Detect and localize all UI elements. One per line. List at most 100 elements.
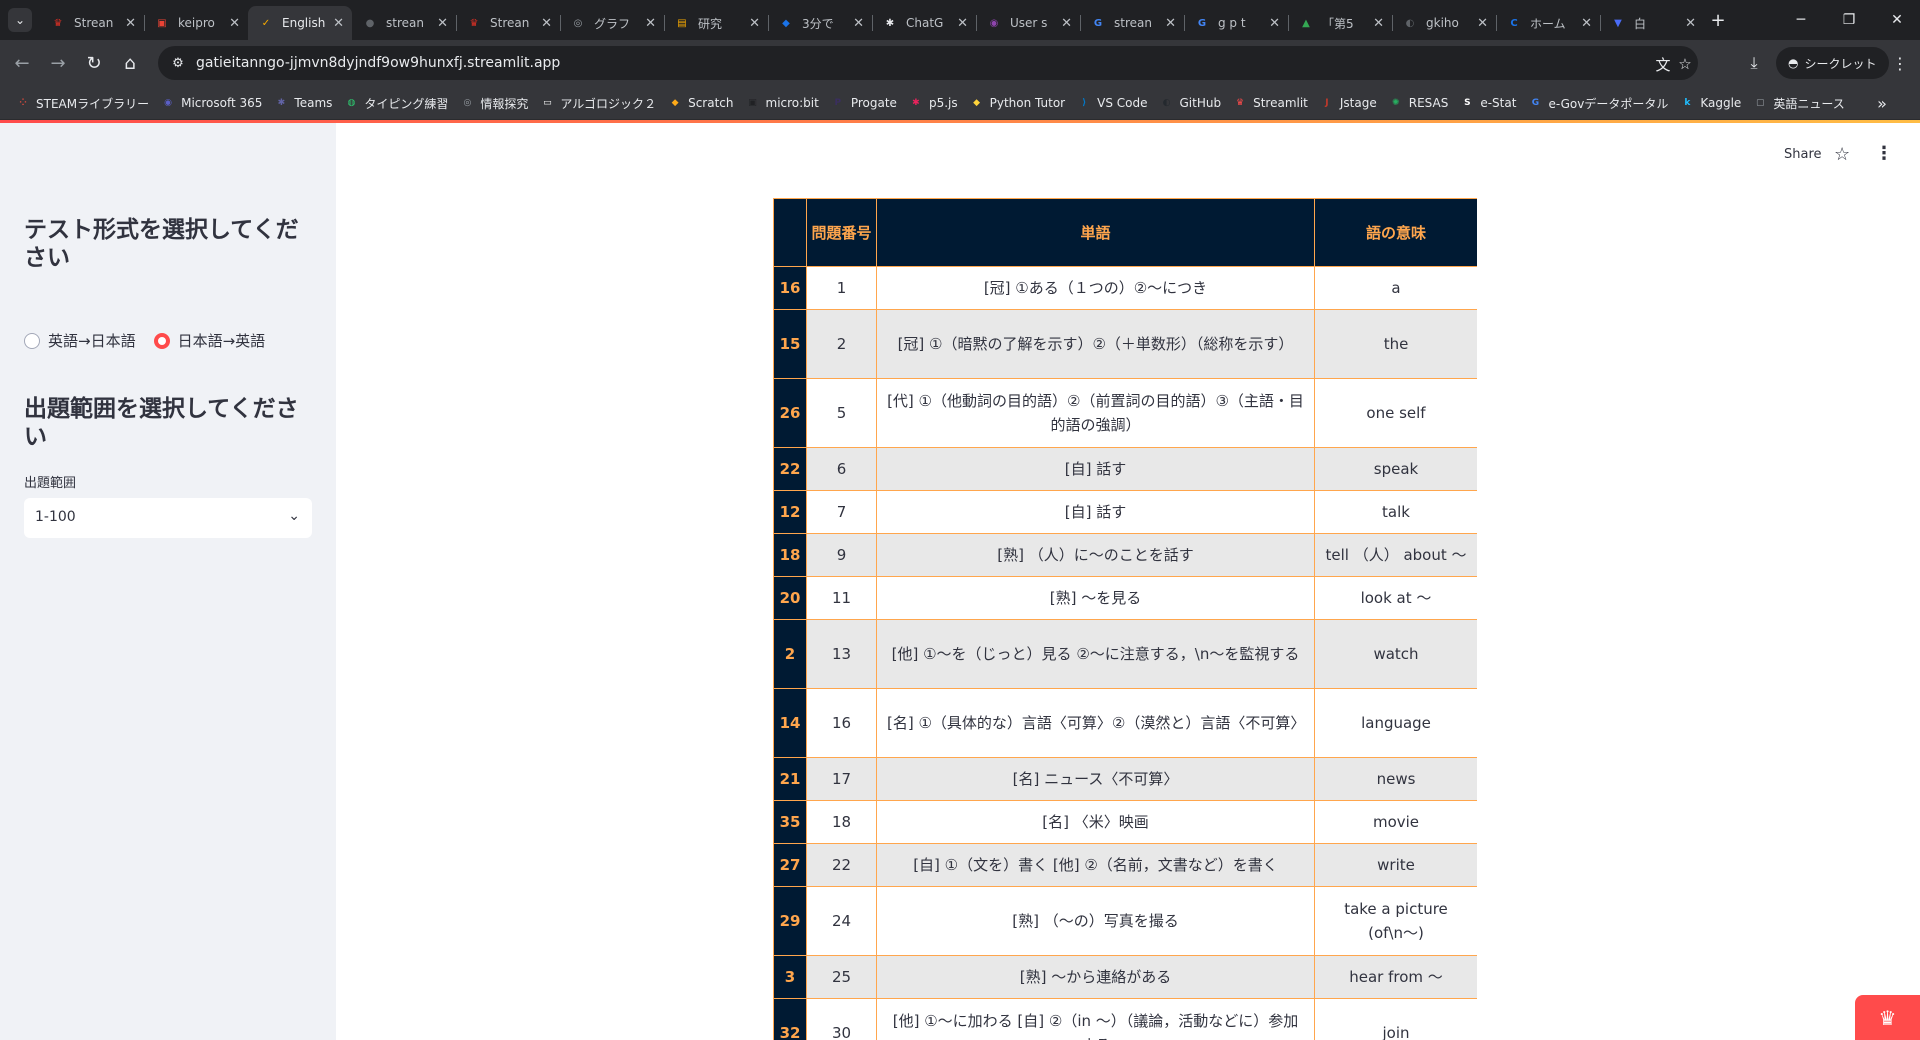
bookmark-item[interactable]: ▢ 英語ニュース	[1749, 90, 1852, 116]
bookmark-item[interactable]: ◆ Scratch	[664, 90, 741, 116]
range-select[interactable]: 1-100 ⌄	[24, 498, 312, 538]
browser-tab[interactable]: Gg p t ✕	[1184, 6, 1288, 40]
browser-tab[interactable]: ● strean ✕	[352, 6, 456, 40]
back-arrow-icon[interactable]: ←	[8, 49, 36, 77]
browser-tab[interactable]: ◐ gkiho ✕	[1392, 6, 1496, 40]
tab-close-icon[interactable]: ✕	[1165, 16, 1176, 31]
bookmark-item[interactable]: ◉ Microsoft 365	[157, 90, 270, 116]
star-icon[interactable]: ☆	[1834, 144, 1850, 165]
meaning-cell: news	[1314, 757, 1477, 801]
row-index-cell: 35	[773, 800, 807, 844]
tab-close-icon[interactable]: ✕	[645, 16, 656, 31]
bookmark-item[interactable]: ✺ RESAS	[1385, 90, 1457, 116]
radio-option-en-to-ja[interactable]: 英語→日本語	[24, 330, 136, 351]
browser-tab[interactable]: ▣ keipro ✕	[144, 6, 248, 40]
bookmark-item[interactable]: ◐ GitHub	[1156, 90, 1230, 116]
tab-close-icon[interactable]: ✕	[749, 16, 760, 31]
translate-icon[interactable]: 文	[1652, 53, 1674, 75]
browser-tab[interactable]: Gstrean ✕	[1080, 6, 1184, 40]
tab-close-icon[interactable]: ✕	[437, 16, 448, 31]
browser-tab[interactable]: ♛ Strean ✕	[40, 6, 144, 40]
meaning-cell: tell （人） about 〜	[1314, 533, 1477, 577]
reload-icon[interactable]: ↻	[80, 49, 108, 77]
word-cell: [他] ①〜に加わる [自] ②（in 〜）（議論，活動などに）参加する	[876, 998, 1315, 1040]
bookmark-item[interactable]: ◆ Python Tutor	[966, 90, 1074, 116]
bookmark-item[interactable]: ▭ アルゴロジック２	[536, 90, 664, 116]
tab-search-chevron-icon[interactable]: ⌄	[8, 8, 32, 32]
tab-title: グラフ	[594, 16, 631, 31]
streamlit-logo-icon[interactable]: ♛	[1855, 995, 1920, 1040]
tab-close-icon[interactable]: ✕	[1477, 16, 1488, 31]
radio-button[interactable]	[153, 332, 170, 349]
browser-tab[interactable]: ◆ 3分で ✕	[768, 6, 872, 40]
browser-tab[interactable]: ✓ English ✕	[248, 6, 352, 40]
bookmark-item[interactable]: ◍ タイピング練習	[340, 90, 456, 116]
tab-close-icon[interactable]: ✕	[125, 16, 136, 31]
restore-window-icon[interactable]: ❐	[1826, 6, 1872, 34]
bookmark-item[interactable]: ✱ p5.js	[905, 90, 966, 116]
tab-close-icon[interactable]: ✕	[1685, 16, 1696, 31]
bookmark-item[interactable]: P Progate	[827, 90, 905, 116]
home-icon[interactable]: ⌂	[116, 49, 144, 77]
tab-close-icon[interactable]: ✕	[229, 16, 240, 31]
radio-option-ja-to-en[interactable]: 日本語→英語	[153, 330, 265, 351]
browser-menu-icon[interactable]: ⋮	[1888, 49, 1912, 77]
bookmark-star-icon[interactable]: ☆	[1674, 53, 1696, 75]
bookmark-item[interactable]: ◎ 情報探究	[456, 90, 536, 116]
share-button[interactable]: Share	[1784, 147, 1822, 162]
site-info-icon[interactable]: ⚙	[168, 53, 188, 73]
tab-close-icon[interactable]: ✕	[333, 16, 344, 31]
radio-button[interactable]	[24, 332, 40, 349]
browser-tab[interactable]: ◎ グラフ ✕	[560, 6, 664, 40]
table-row: 29 24 [熟] （〜の）写真を撮る take a picture (of\n〜)	[773, 886, 1477, 956]
minimize-icon[interactable]: ─	[1778, 6, 1824, 34]
bookmark-item[interactable]: ▣ micro:bit	[742, 90, 827, 116]
tab-close-icon[interactable]: ✕	[1373, 16, 1384, 31]
forward-arrow-icon[interactable]: →	[44, 49, 72, 77]
bookmark-item[interactable]: k Kaggle	[1676, 90, 1749, 116]
bookmark-item[interactable]: Ge-Govデータポータル	[1524, 90, 1676, 116]
browser-tab[interactable]: ▤ 研究 ✕	[664, 6, 768, 40]
bookmark-item[interactable]: ⁘ STEAMライブラリー	[12, 90, 157, 116]
bookmark-item[interactable]: ⟩ VS Code	[1073, 90, 1155, 116]
word-table: 問題番号 単語 語の意味 16 1 [冠] ①ある（１つの）②〜につき a 15 2 [冠]…	[773, 198, 1477, 1040]
browser-tab[interactable]: ♛ Strean ✕	[456, 6, 560, 40]
question-number-cell: 24	[806, 886, 877, 956]
new-tab-plus-icon[interactable]: +	[1706, 8, 1730, 32]
tab-close-icon[interactable]: ✕	[1061, 16, 1072, 31]
bookmark-item[interactable]: ♛ Streamlit	[1229, 90, 1316, 116]
word-cell: [冠] ①ある（１つの）②〜につき	[876, 266, 1315, 310]
url-text[interactable]: gatieitanngo-jjmvn8dyjndf9ow9hunxfj.stre…	[196, 55, 560, 71]
browser-tab[interactable]: ✱ ChatG ✕	[872, 6, 976, 40]
table-row: 35 18 [名] 〈米〉映画 movie	[773, 800, 1477, 844]
browser-tab[interactable]: C ホーム ✕	[1496, 6, 1600, 40]
tab-close-icon[interactable]: ✕	[853, 16, 864, 31]
bookmark-item[interactable]: J Jstage	[1316, 90, 1385, 116]
bookmark-item[interactable]: ✱ Teams	[270, 90, 340, 116]
tab-close-icon[interactable]: ✕	[541, 16, 552, 31]
download-icon[interactable]: ⤓	[1740, 49, 1768, 77]
bookmark-favicon-icon: ◆	[671, 98, 679, 108]
bookmark-favicon-icon: k	[1684, 98, 1691, 108]
table-row: 2 13 [他] ①〜を（じっと）見る ②〜に注意する，\n〜を監視する watch	[773, 619, 1477, 689]
browser-tab[interactable]: ▲ 「第5 ✕	[1288, 6, 1392, 40]
row-index-cell: 21	[773, 757, 807, 801]
tab-title: 白	[1634, 16, 1647, 31]
address-bar[interactable]: ⚙ gatieitanngo-jjmvn8dyjndf9ow9hunxfj.st…	[158, 46, 1698, 80]
browser-tab[interactable]: ▼ 白 ✕	[1600, 6, 1704, 40]
bookmark-favicon-icon: G	[1531, 98, 1540, 108]
incognito-indicator[interactable]: ◓ シークレット	[1776, 47, 1889, 79]
table-row: 15 2 [冠] ①（暗黙の了解を示す）②（＋単数形）（総称を示す） the	[773, 309, 1477, 379]
tab-close-icon[interactable]: ✕	[1269, 16, 1280, 31]
tab-close-icon[interactable]: ✕	[957, 16, 968, 31]
bookmark-favicon-icon: ▢	[1756, 98, 1765, 108]
tab-title: strean	[386, 16, 424, 30]
bookmark-favicon-icon: J	[1325, 98, 1329, 108]
bookmarks-overflow-icon[interactable]: »	[1870, 91, 1894, 115]
bookmark-item[interactable]: Se-Stat	[1456, 90, 1524, 116]
browser-tab[interactable]: ◉ User s ✕	[976, 6, 1080, 40]
word-cell: [自] 話す	[876, 447, 1315, 491]
main-menu-icon[interactable]: ⋮	[1875, 143, 1893, 164]
close-window-icon[interactable]: ✕	[1874, 6, 1920, 34]
tab-close-icon[interactable]: ✕	[1581, 16, 1592, 31]
